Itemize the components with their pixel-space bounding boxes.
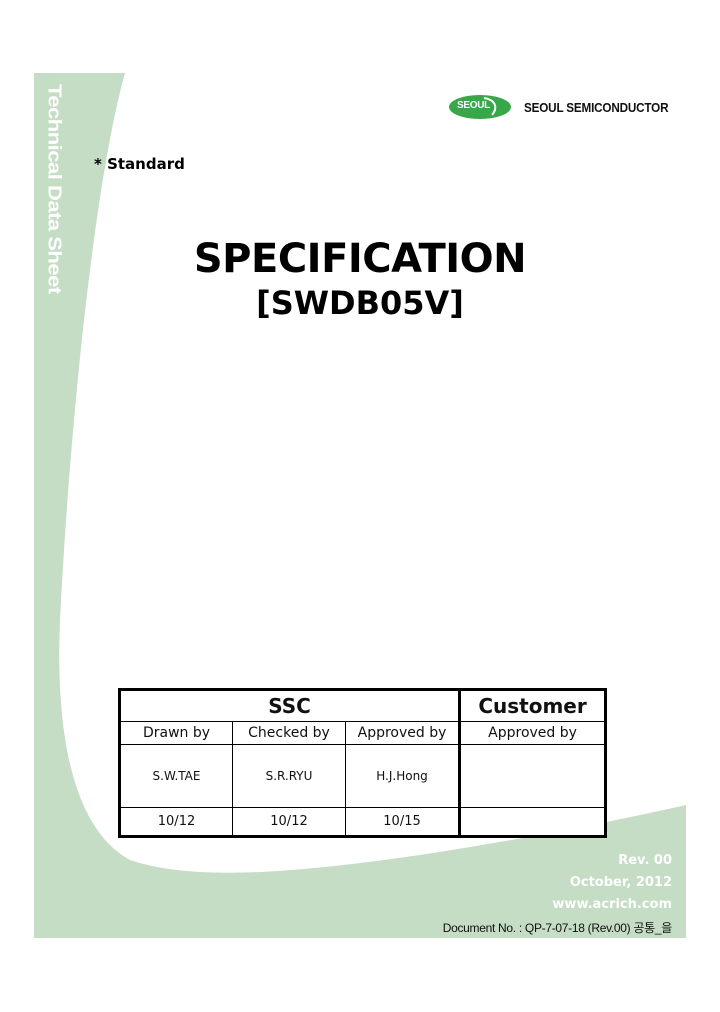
role-cell: Checked by	[232, 721, 346, 745]
date-cell: 10/12	[119, 807, 233, 837]
release-date: October, 2012	[569, 875, 672, 890]
model-number: [SWDB05V]	[256, 284, 464, 322]
company-name: SEOUL SEMICONDUCTOR	[524, 99, 669, 115]
group-header-customer: Customer	[459, 689, 607, 722]
date-cell: 10/12	[232, 807, 346, 837]
role-cell: Drawn by	[119, 721, 233, 745]
name-cell: S.W.TAE	[119, 744, 233, 808]
name-cell	[459, 744, 607, 808]
logo-badge-text: SEOUL	[457, 100, 490, 111]
category-label: * Standard	[94, 155, 185, 173]
group-header-ssc: SSC	[118, 689, 462, 722]
role-cell: Approved by	[459, 721, 607, 745]
company-logo: SEOUL SEOUL SEMICONDUCTOR	[448, 94, 684, 120]
date-cell	[459, 807, 607, 837]
page-background	[34, 73, 686, 938]
role-cell: Approved by	[344, 721, 462, 745]
website-link[interactable]: www.acrich.com	[552, 897, 672, 912]
table-row: 10/12 10/12 10/15	[119, 807, 607, 837]
approval-table: SSC Customer Drawn by Checked by Approve…	[118, 688, 608, 838]
document-number: Document No. : QP-7-07-18 (Rev.00) 공통_을	[442, 921, 673, 935]
seoul-logo-badge: SEOUL	[448, 94, 512, 120]
table-row: Drawn by Checked by Approved by Approved…	[119, 721, 607, 745]
name-cell: S.R.RYU	[232, 744, 346, 808]
name-cell: H.J.Hong	[344, 744, 462, 808]
table-group-row: SSC Customer	[118, 689, 607, 722]
document-title: SPECIFICATION	[193, 236, 527, 282]
table-row: S.W.TAE S.R.RYU H.J.Hong	[119, 744, 607, 808]
revision-label: Rev. 00	[618, 853, 672, 868]
date-cell: 10/15	[344, 807, 462, 837]
